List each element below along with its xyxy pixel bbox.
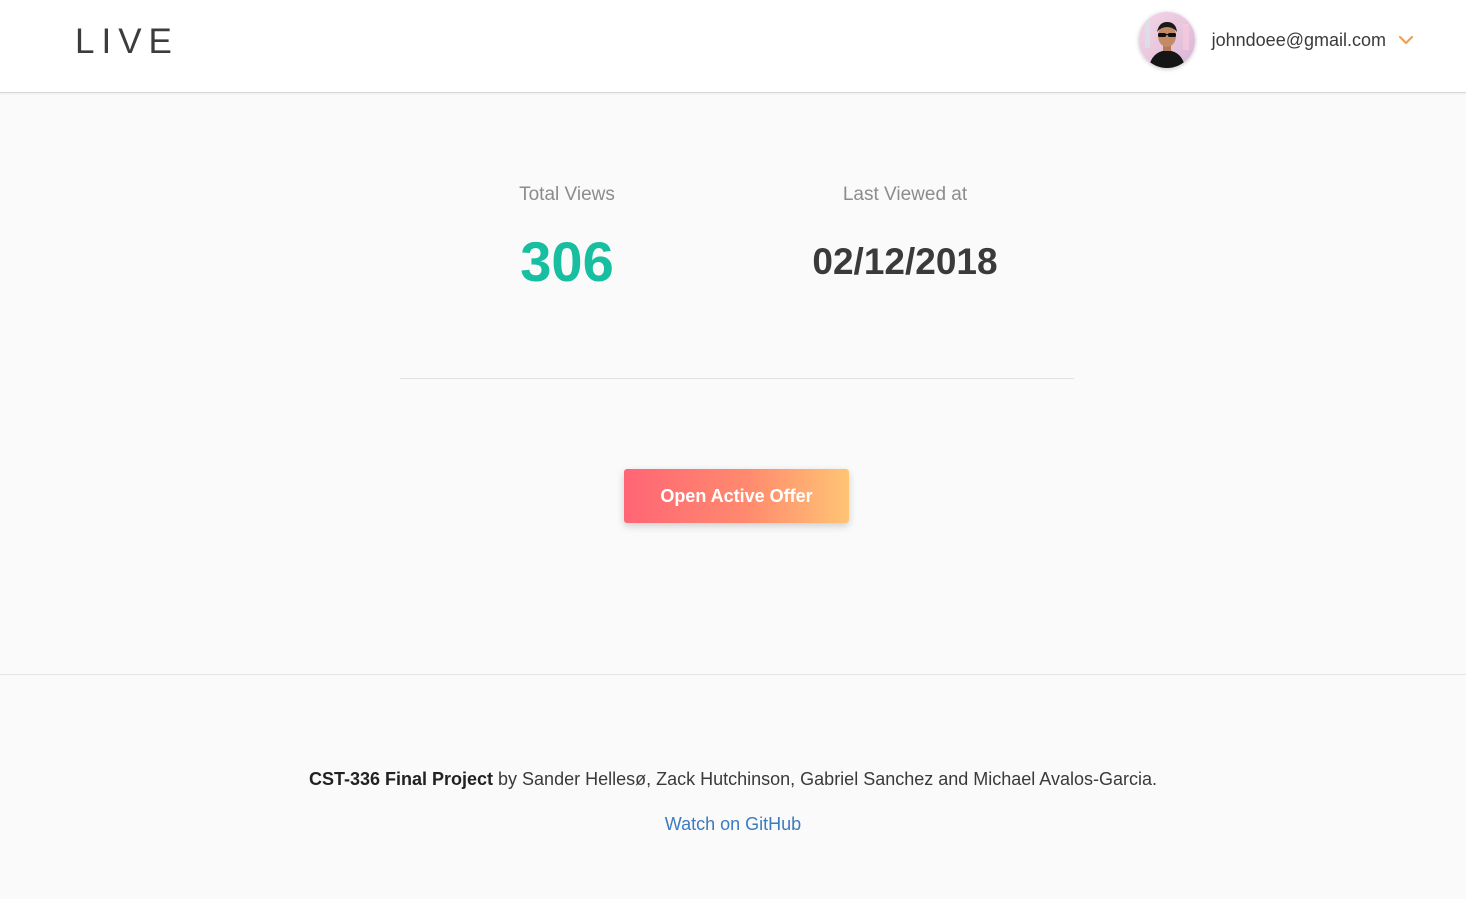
user-email[interactable]: johndoee@gmail.com [1212,30,1386,51]
last-viewed-stat: Last Viewed at 02/12/2018 [755,184,1055,284]
section-divider [400,378,1074,379]
credits-text: by Sander Hellesø, Zack Hutchinson, Gabr… [493,769,1158,789]
top-navbar: LIVE johndoee@gmail.com [0,0,1466,93]
footer-credits: CST-336 Final Project by Sander Hellesø,… [0,769,1466,790]
main-content: Total Views 306 Last Viewed at 02/12/201… [0,94,1466,674]
total-views-label: Total Views [519,184,615,205]
user-avatar[interactable] [1138,12,1195,68]
user-menu[interactable]: johndoee@gmail.com [1138,12,1414,68]
total-views-value: 306 [520,230,614,293]
last-viewed-value: 02/12/2018 [812,241,998,282]
project-name: CST-336 Final Project [308,769,494,789]
last-viewed-label: Last Viewed at [842,184,968,205]
chevron-down-icon[interactable] [1398,32,1414,48]
page-footer: CST-336 Final Project by Sander Hellesø,… [0,674,1466,899]
github-link[interactable]: Watch on GitHub [0,814,1466,835]
app-logo[interactable]: LIVE [75,22,179,62]
total-views-stat: Total Views 306 [467,184,667,295]
open-active-offer-button[interactable]: Open Active Offer [624,469,849,523]
